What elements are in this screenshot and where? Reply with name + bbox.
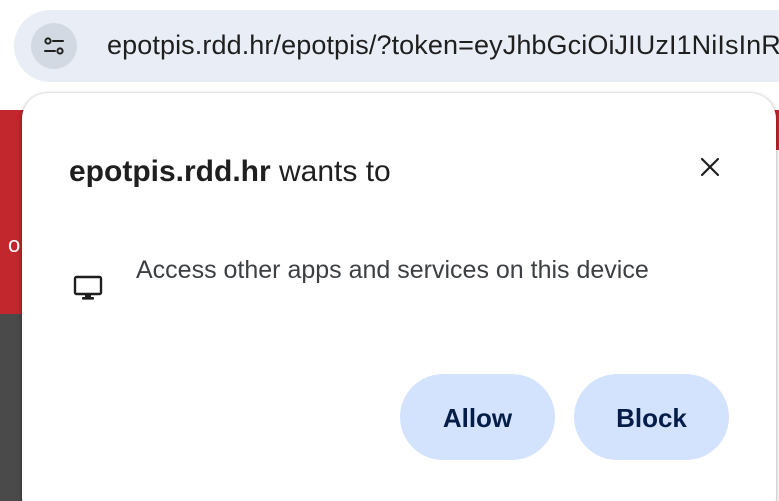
- close-icon: [700, 157, 720, 177]
- monitor-icon: [72, 272, 104, 304]
- site-info-button[interactable]: [31, 23, 77, 69]
- tune-icon: [44, 37, 64, 55]
- url-text[interactable]: epotpis.rdd.hr/epotpis/?token=eyJhbGciOi…: [107, 27, 779, 63]
- page-partial-text: o: [8, 232, 21, 257]
- close-button[interactable]: [690, 147, 730, 187]
- permission-description: Access other apps and services on this d…: [136, 256, 649, 284]
- block-button[interactable]: Block: [574, 374, 729, 460]
- prompt-origin: epotpis.rdd.hr: [69, 155, 271, 188]
- browser-window: o epotpis.rdd.hr/epotpis/?token=eyJhbGci…: [0, 0, 779, 501]
- prompt-title: epotpis.rdd.hr wants to: [69, 152, 391, 192]
- prompt-title-suffix: wants to: [270, 155, 391, 188]
- allow-button[interactable]: Allow: [400, 374, 555, 460]
